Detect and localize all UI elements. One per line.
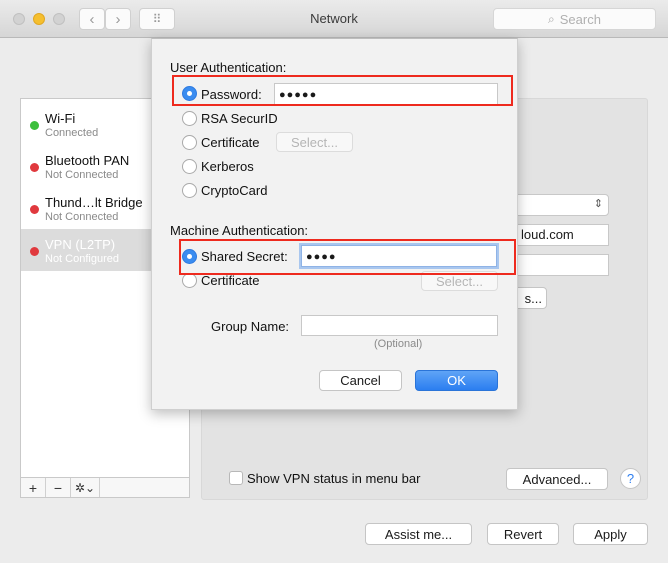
assist-me-label: Assist me... [384,526,453,542]
service-actions-menu[interactable]: ✲⌄ [71,478,100,497]
user-certificate-select-button[interactable]: Select... [276,132,353,152]
service-status: Not Configured [45,253,119,265]
select-label: Select... [291,134,338,150]
kerberos-label: Kerberos [201,159,254,174]
minus-icon: − [53,479,63,496]
status-dot-icon [30,163,39,172]
user-certificate-label: Certificate [201,135,260,150]
plus-icon: + [28,479,38,496]
search-icon: ⌕ [548,11,555,26]
title-bar: ‹ › ⠿ Network ⌕ Search [0,0,668,38]
gear-icon: ✲⌄ [74,480,96,495]
cryptocard-label: CryptoCard [201,183,268,198]
account-name-field[interactable] [502,254,609,276]
rsa-securid-label: RSA SecurID [201,111,278,126]
status-dot-icon [30,247,39,256]
revert-label: Revert [503,526,543,542]
group-name-hint: (Optional) [374,338,423,350]
up-down-chevron-icon: ⇕ [593,198,603,210]
service-list-toolbar: + − ✲⌄ [21,477,189,497]
machine-authentication-heading: Machine Authentication: [170,223,309,238]
group-name-label: Group Name: [211,319,290,334]
service-status: Connected [45,127,99,139]
advanced-label: Advanced... [522,471,592,487]
search-field[interactable]: ⌕ Search [493,8,656,30]
apply-label: Apply [594,526,627,542]
service-name: Thund…lt Bridge [45,195,143,210]
cryptocard-radio[interactable] [182,183,197,198]
status-dot-icon [30,121,39,130]
rsa-securid-radio[interactable] [182,111,197,126]
cancel-label: Cancel [340,373,381,388]
help-button[interactable]: ? [620,468,641,489]
authentication-settings-sheet: User Authentication: Password: ●●●●● RSA… [151,38,518,410]
show-vpn-status-checkbox[interactable] [229,471,243,485]
machine-certificate-label: Certificate [201,273,260,288]
question-mark-icon: ? [626,471,635,486]
user-certificate-radio[interactable] [182,135,197,150]
machine-certificate-radio[interactable] [182,273,197,288]
add-service-button[interactable]: + [21,478,46,497]
ok-button[interactable]: OK [415,370,498,391]
apply-button[interactable]: Apply [573,523,648,545]
assist-me-button[interactable]: Assist me... [365,523,472,545]
user-authentication-heading: User Authentication: [170,60,287,75]
server-address-field[interactable]: loud.com [502,224,609,246]
group-name-field[interactable] [301,315,498,336]
configuration-popup[interactable]: ⇕ [502,194,609,216]
show-vpn-status-label: Show VPN status in menu bar [247,471,421,486]
ok-label: OK [447,373,466,388]
service-status: Not Connected [45,211,119,223]
select-label: Select... [436,273,483,289]
authentication-settings-label: s... [524,290,542,306]
revert-button[interactable]: Revert [487,523,559,545]
service-name: VPN (L2TP) [45,237,116,252]
search-placeholder: Search [559,11,601,27]
password-highlight-box [172,75,513,106]
remove-service-button[interactable]: − [46,478,71,497]
kerberos-radio[interactable] [182,159,197,174]
shared-secret-highlight-box [179,239,516,275]
cancel-button[interactable]: Cancel [319,370,402,391]
service-name: Bluetooth PAN [45,153,130,168]
status-dot-icon [30,205,39,214]
advanced-button[interactable]: Advanced... [506,468,608,490]
service-name: Wi-Fi [45,111,76,126]
service-status: Not Connected [45,169,119,181]
server-address-value: loud.com [521,227,574,242]
